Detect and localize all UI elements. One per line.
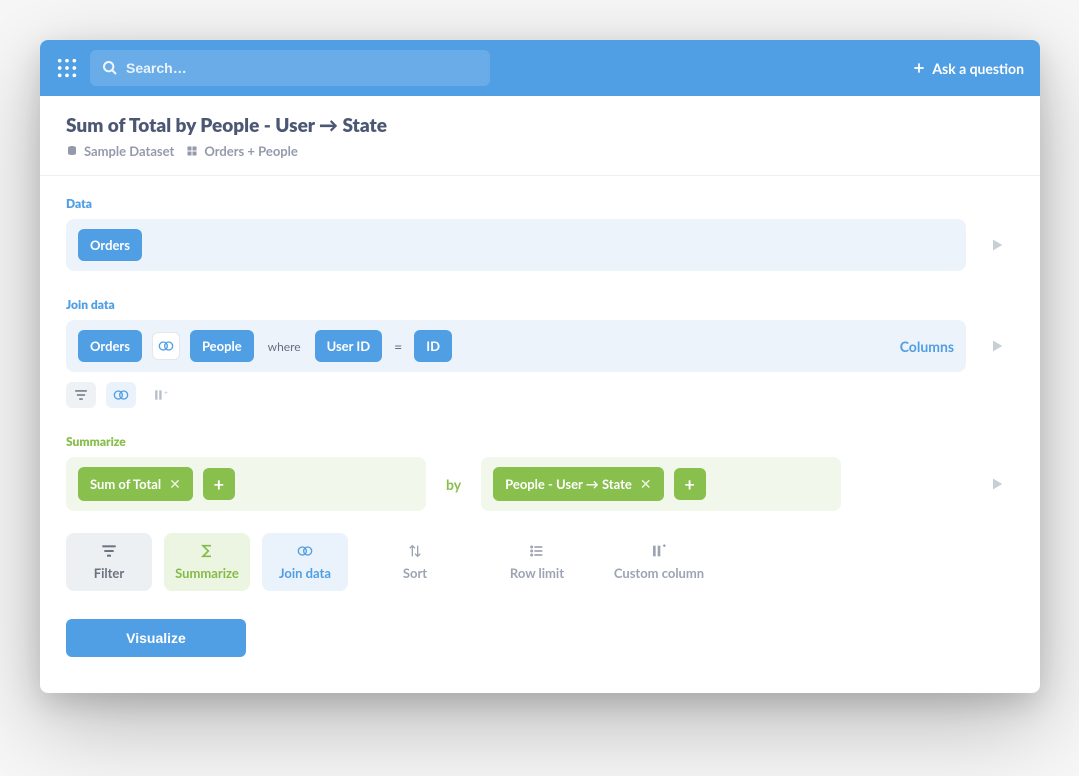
data-section-label: Data	[66, 196, 1014, 211]
mini-filter-button[interactable]	[66, 382, 96, 408]
plus-icon	[912, 61, 926, 75]
summarize-section-label: Summarize	[66, 434, 1014, 449]
close-icon[interactable]: ✕	[169, 475, 181, 493]
columns-add-icon	[651, 543, 667, 559]
add-breakout-button[interactable]: +	[674, 468, 706, 500]
crumb-tables[interactable]: Orders + People	[186, 143, 298, 159]
database-icon	[66, 145, 78, 157]
run-data-button[interactable]	[980, 219, 1014, 271]
filter-icon	[101, 543, 117, 559]
query-builder: Data Orders Join data Orders People wher…	[40, 176, 1040, 693]
join-panel: Orders People where User ID = ID Columns	[66, 320, 966, 372]
run-join-button[interactable]	[980, 320, 1014, 372]
data-table-tag[interactable]: Orders	[78, 229, 142, 261]
filter-card[interactable]: Filter	[66, 533, 152, 591]
search-input[interactable]	[90, 50, 490, 86]
aggregate-tag[interactable]: Sum of Total ✕	[78, 467, 193, 501]
equals-label: =	[392, 338, 404, 355]
ask-question-label: Ask a question	[932, 60, 1024, 77]
join-mini-toolbar: +	[66, 382, 1014, 408]
sigma-icon	[199, 543, 215, 559]
grid-icon	[186, 145, 198, 157]
play-icon	[989, 237, 1005, 253]
svg-text:+: +	[164, 389, 168, 397]
data-panel: Orders	[66, 219, 966, 271]
app-window: Ask a question Sum of Total by People - …	[40, 40, 1040, 693]
metabase-logo-icon	[56, 57, 78, 79]
search-icon	[102, 60, 118, 76]
join-left-table[interactable]: Orders	[78, 330, 142, 362]
ask-question-button[interactable]: Ask a question	[912, 60, 1024, 77]
mini-custom-column-button[interactable]: +	[146, 382, 176, 408]
venn-icon	[113, 390, 129, 400]
summarize-aggregate-panel: Sum of Total ✕ +	[66, 457, 426, 511]
where-label: where	[268, 339, 301, 354]
join-right-column[interactable]: ID	[414, 330, 452, 362]
title-section: Sum of Total by People - User → State Sa…	[40, 96, 1040, 176]
crumb-dataset[interactable]: Sample Dataset	[66, 143, 174, 159]
venn-icon	[158, 341, 174, 351]
summarize-breakout-panel: People - User → State ✕ +	[481, 457, 841, 511]
plus-icon: +	[214, 475, 224, 493]
play-icon	[989, 338, 1005, 354]
join-section-label: Join data	[66, 297, 1014, 312]
custom-column-card[interactable]: Custom column	[604, 533, 714, 591]
close-icon[interactable]: ✕	[640, 475, 652, 493]
list-icon	[529, 543, 545, 559]
sort-icon	[407, 543, 423, 559]
plus-icon: +	[684, 475, 694, 493]
breadcrumb: Sample Dataset Orders + People	[66, 143, 1014, 159]
visualize-button[interactable]: Visualize	[66, 619, 246, 657]
filter-icon	[74, 389, 88, 401]
columns-add-icon: +	[154, 389, 168, 401]
action-row: Filter Summarize Join data Sort Row limi…	[66, 533, 1014, 591]
add-aggregate-button[interactable]: +	[203, 468, 235, 500]
run-summarize-button[interactable]	[980, 457, 1014, 511]
sort-card[interactable]: Sort	[360, 533, 470, 591]
join-right-table[interactable]: People	[190, 330, 254, 362]
columns-link[interactable]: Columns	[900, 338, 954, 355]
page-title: Sum of Total by People - User → State	[66, 114, 1014, 137]
search-wrapper	[90, 50, 490, 86]
join-type-button[interactable]	[152, 332, 180, 360]
by-label: by	[440, 476, 467, 493]
row-limit-card[interactable]: Row limit	[482, 533, 592, 591]
app-header: Ask a question	[40, 40, 1040, 96]
mini-join-button[interactable]	[106, 382, 136, 408]
play-icon	[989, 476, 1005, 492]
summarize-card[interactable]: Summarize	[164, 533, 250, 591]
venn-icon	[297, 543, 313, 559]
breakout-tag[interactable]: People - User → State ✕	[493, 467, 663, 501]
join-left-column[interactable]: User ID	[315, 330, 383, 362]
join-card[interactable]: Join data	[262, 533, 348, 591]
